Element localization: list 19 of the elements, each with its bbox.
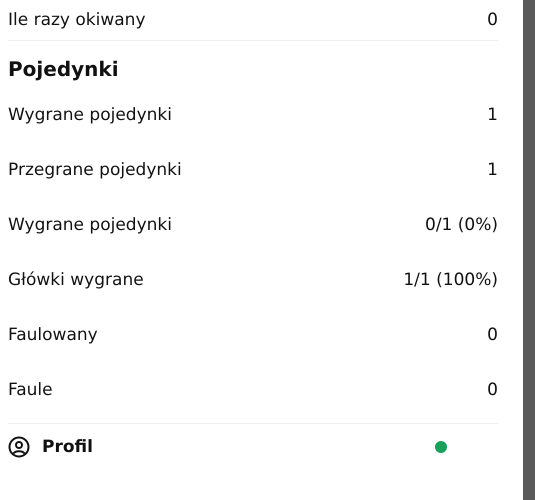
scrollbar[interactable] bbox=[523, 0, 535, 500]
stat-label: Wygrane pojedynki bbox=[8, 104, 172, 124]
stat-label: Główki wygrane bbox=[8, 270, 144, 290]
stat-value: 0 bbox=[487, 380, 498, 400]
stat-value: 0/1 (0%) bbox=[425, 214, 498, 234]
stat-value: 0 bbox=[487, 324, 498, 344]
profile-icon bbox=[8, 436, 30, 458]
stat-label: Wygrane pojedynki bbox=[8, 214, 172, 234]
stat-value: 1 bbox=[487, 160, 498, 180]
stat-label: Ile razy okiwany bbox=[8, 10, 146, 30]
section-title: Pojedynki bbox=[8, 56, 120, 83]
stat-value: 0 bbox=[487, 10, 498, 30]
status-icon bbox=[434, 440, 448, 454]
stat-label: Faule bbox=[8, 380, 53, 400]
stat-value: 1 bbox=[487, 104, 498, 124]
stat-value: 1/1 (100%) bbox=[403, 270, 498, 290]
profile-link[interactable]: Profil bbox=[42, 437, 93, 457]
stat-label: Przegrane pojedynki bbox=[8, 160, 182, 180]
stat-label: Faulowany bbox=[8, 324, 98, 344]
